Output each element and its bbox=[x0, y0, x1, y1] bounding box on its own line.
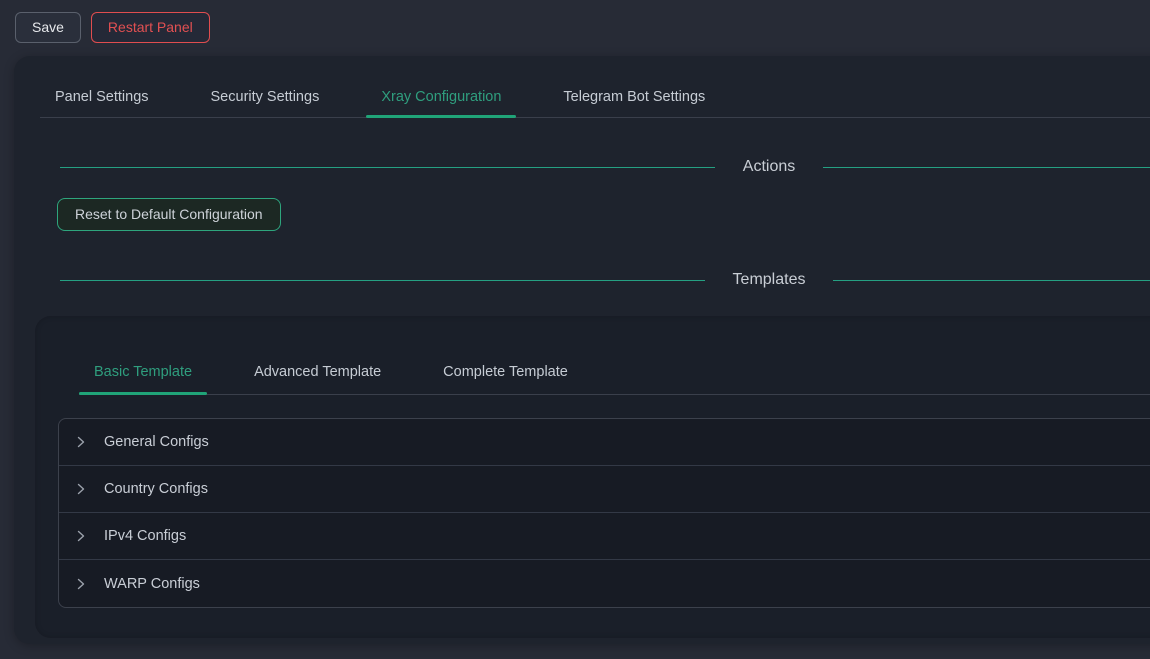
collapse-label: WARP Configs bbox=[104, 576, 200, 592]
collapse-label: Country Configs bbox=[104, 481, 208, 497]
restart-panel-button[interactable]: Restart Panel bbox=[91, 12, 210, 43]
actions-divider: Actions bbox=[60, 158, 1150, 176]
collapse-header-warp-configs[interactable]: WARP Configs bbox=[59, 560, 1150, 607]
actions-divider-label: Actions bbox=[743, 158, 795, 176]
collapse-label: General Configs bbox=[104, 434, 209, 450]
chevron-right-icon bbox=[75, 483, 87, 495]
chevron-right-icon bbox=[75, 578, 87, 590]
tab-basic-template[interactable]: Basic Template bbox=[79, 352, 207, 394]
actions-row: Reset to Default Configuration bbox=[57, 198, 1150, 231]
collapse-label: IPv4 Configs bbox=[104, 528, 186, 544]
tab-panel-settings[interactable]: Panel Settings bbox=[40, 56, 164, 117]
templates-divider-label: Templates bbox=[733, 271, 806, 289]
settings-card: Panel Settings Security Settings Xray Co… bbox=[14, 56, 1150, 644]
template-collapse-list: General Configs Country Configs IPv4 Con… bbox=[58, 418, 1150, 608]
reset-default-configuration-button[interactable]: Reset to Default Configuration bbox=[57, 198, 281, 231]
templates-card: Basic Template Advanced Template Complet… bbox=[35, 316, 1150, 638]
templates-tabbar: Basic Template Advanced Template Complet… bbox=[79, 316, 1150, 395]
tab-telegram-bot-settings[interactable]: Telegram Bot Settings bbox=[548, 56, 720, 117]
tab-security-settings[interactable]: Security Settings bbox=[196, 56, 335, 117]
collapse-header-ipv4-configs[interactable]: IPv4 Configs bbox=[59, 513, 1150, 560]
chevron-right-icon bbox=[75, 530, 87, 542]
topbar: Save Restart Panel bbox=[0, 0, 1150, 56]
tab-advanced-template[interactable]: Advanced Template bbox=[239, 352, 396, 394]
save-button[interactable]: Save bbox=[15, 12, 81, 43]
settings-tabbar: Panel Settings Security Settings Xray Co… bbox=[40, 56, 1150, 118]
tab-complete-template[interactable]: Complete Template bbox=[428, 352, 583, 394]
collapse-header-country-configs[interactable]: Country Configs bbox=[59, 466, 1150, 513]
templates-divider: Templates bbox=[60, 271, 1150, 289]
tab-xray-configuration[interactable]: Xray Configuration bbox=[366, 56, 516, 117]
chevron-right-icon bbox=[75, 436, 87, 448]
collapse-header-general-configs[interactable]: General Configs bbox=[59, 419, 1150, 466]
